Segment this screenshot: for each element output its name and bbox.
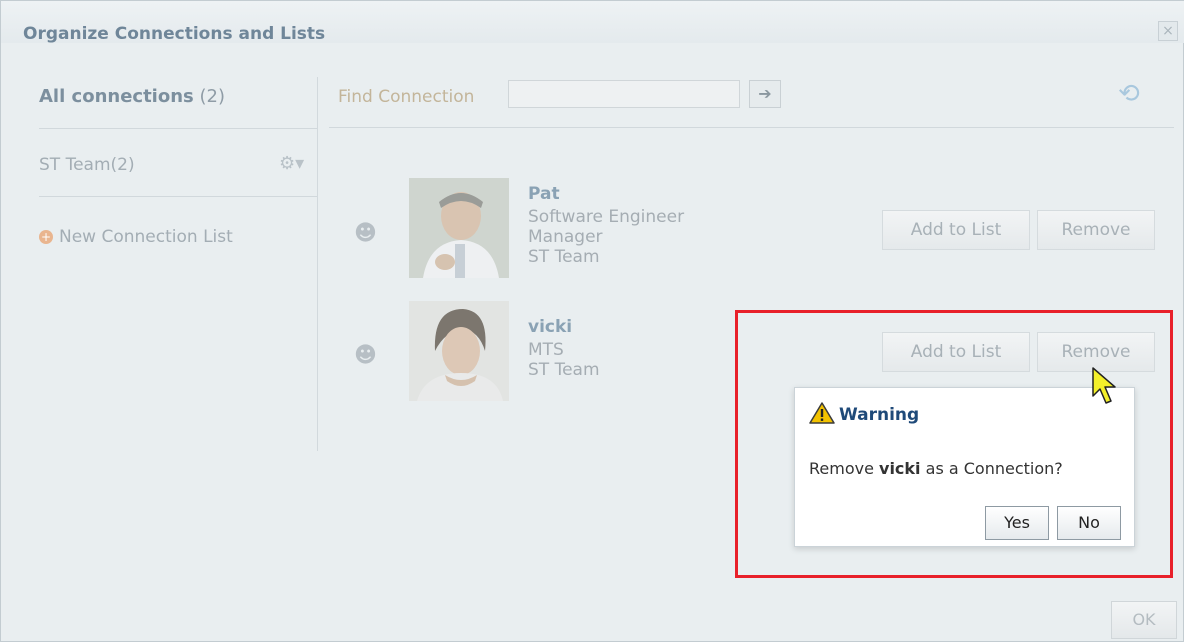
warning-message-prefix: Remove [809, 459, 880, 478]
find-connection-label: Find Connection [338, 87, 475, 107]
new-list-label: New Connection List [59, 227, 233, 247]
arrow-right-icon: ➔ [758, 84, 772, 103]
avatar [409, 178, 509, 278]
warning-message-name: vicki [879, 459, 921, 478]
connection-name[interactable]: Pat [528, 184, 560, 204]
header-divider [329, 127, 1174, 128]
connection-title: Software Engineer [528, 207, 685, 227]
list-item-label: ST Team [39, 155, 111, 175]
find-connection-input[interactable] [508, 80, 740, 108]
remove-button[interactable]: Remove [1037, 210, 1155, 250]
all-connections-label: All connections [39, 86, 194, 107]
sidebar-divider [39, 128, 317, 129]
connection-title: MTS [528, 340, 564, 360]
warning-title: Warning [809, 402, 919, 425]
avatar [409, 301, 509, 401]
search-go-button[interactable]: ➔ [749, 80, 781, 108]
gear-icon[interactable]: ⚙▾ [279, 153, 304, 174]
sidebar-divider [39, 196, 317, 197]
add-to-list-button[interactable]: Add to List [882, 210, 1030, 250]
mouse-cursor-icon [1092, 367, 1116, 404]
connection-list: ST Team [528, 247, 600, 267]
dialog-titlebar: Organize Connections and Lists × [1, 1, 1184, 44]
close-icon[interactable]: × [1158, 21, 1178, 41]
new-connection-list-link[interactable]: + New Connection List [39, 227, 233, 247]
no-button[interactable]: No [1057, 506, 1121, 540]
connection-name[interactable]: vicki [528, 317, 572, 337]
warning-title-text: Warning [839, 405, 920, 425]
add-icon: + [39, 230, 53, 244]
organize-connections-dialog: Organize Connections and Lists × All con… [0, 0, 1184, 642]
pane-divider [317, 77, 318, 451]
warning-icon [809, 402, 835, 424]
warning-dialog: Warning Remove vicki as a Connection? Ye… [794, 387, 1135, 547]
connection-list: ST Team [528, 360, 600, 380]
ok-button[interactable]: OK [1111, 601, 1177, 639]
connection-role: Manager [528, 227, 603, 247]
warning-message-suffix: as a Connection? [920, 459, 1063, 478]
person-icon: ☻ [354, 343, 377, 368]
connection-details: MTS ST Team [528, 340, 600, 380]
person-icon: ☻ [354, 221, 377, 246]
all-connections-item[interactable]: All connections (2) [39, 86, 225, 107]
connection-lists-pane: All connections (2) ST Team(2) ⚙▾ + New C… [21, 73, 317, 453]
list-item-count: (2) [110, 155, 135, 175]
warning-message: Remove vicki as a Connection? [809, 459, 1063, 478]
refresh-icon[interactable]: ⟲ [1118, 79, 1140, 109]
all-connections-count: (2) [199, 86, 225, 107]
list-item-st-team[interactable]: ST Team(2) [39, 155, 135, 175]
dialog-title: Organize Connections and Lists [23, 24, 326, 44]
yes-button[interactable]: Yes [985, 506, 1049, 540]
connection-details: Software Engineer Manager ST Team [528, 207, 684, 267]
